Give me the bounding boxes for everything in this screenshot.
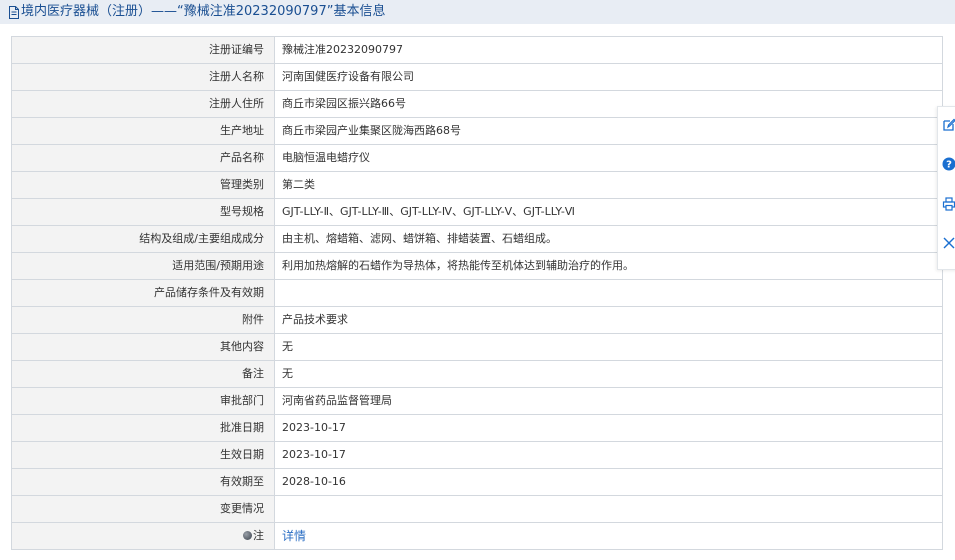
field-value <box>274 495 943 523</box>
table-row: 变更情况 <box>11 495 943 523</box>
table-row: 其他内容无 <box>11 333 943 361</box>
pin-icon <box>243 531 252 540</box>
field-value: GJT-LLY-Ⅱ、GJT-LLY-Ⅲ、GJT-LLY-Ⅳ、GJT-LLY-Ⅴ、… <box>274 198 943 226</box>
note-row: 注 详情 <box>11 522 943 550</box>
page-title: 境内医疗器械（注册）——“豫械注准20232090797”基本信息 <box>21 4 386 19</box>
help-button[interactable]: ? <box>940 156 955 174</box>
field-label: 有效期至 <box>11 468 275 496</box>
document-icon <box>8 5 20 19</box>
table-row: 批准日期 2023-10-17 <box>11 414 943 442</box>
field-label: 管理类别 <box>11 171 275 199</box>
field-label: 批准日期 <box>11 414 275 442</box>
field-label: 变更情况 <box>11 495 275 523</box>
note-label: 注 <box>253 529 264 542</box>
detail-table-body: 注册证编号 豫械注准20232090797 注册人名称 河南国健医疗设备有限公司 注册人… <box>11 36 943 550</box>
table-row: 注册人名称 河南国健医疗设备有限公司 <box>11 63 943 91</box>
close-icon <box>943 237 955 252</box>
field-label: 结构及组成/主要组成成分 <box>11 225 275 253</box>
field-value: 商丘市梁园产业集聚区陇海西路68号 <box>274 117 943 145</box>
field-value: 河南国健医疗设备有限公司 <box>274 63 943 91</box>
details-link[interactable]: 详情 <box>282 529 306 543</box>
field-value: 2028-10-16 <box>274 468 943 496</box>
side-toolbar: ? <box>937 106 955 270</box>
field-value: 第二类 <box>274 171 943 199</box>
field-value <box>274 279 943 307</box>
field-value: 河南省药品监督管理局 <box>274 387 943 415</box>
field-value: 商丘市梁园区振兴路66号 <box>274 90 943 118</box>
field-label: 生效日期 <box>11 441 275 469</box>
note-value-cell: 详情 <box>274 522 943 550</box>
field-value: 由主机、熔蜡箱、滤网、蜡饼箱、排蜡装置、石蜡组成。 <box>274 225 943 253</box>
note-label-cell: 注 <box>11 522 275 550</box>
field-value: 2023-10-17 <box>274 414 943 442</box>
field-label: 注册证编号 <box>11 36 275 64</box>
field-value: 无 <box>274 333 943 361</box>
table-row: 产品储存条件及有效期 <box>11 279 943 307</box>
field-label: 审批部门 <box>11 387 275 415</box>
table-row: 型号规格 GJT-LLY-Ⅱ、GJT-LLY-Ⅲ、GJT-LLY-Ⅳ、GJT-LL… <box>11 198 943 226</box>
field-label: 附件 <box>11 306 275 334</box>
print-button[interactable] <box>940 196 955 214</box>
svg-text:?: ? <box>946 159 952 170</box>
table-row: 有效期至 2028-10-16 <box>11 468 943 496</box>
field-value: 豫械注准20232090797 <box>274 36 943 64</box>
table-row: 附件 产品技术要求 <box>11 306 943 334</box>
field-label: 产品储存条件及有效期 <box>11 279 275 307</box>
page: 境内医疗器械（注册）——“豫械注准20232090797”基本信息 注册证编号豫… <box>0 0 955 560</box>
table-row: 适用范围/预期用途 利用加热熔解的石蜡作为导热体，将热能传至机体达到辅助治疗的作用… <box>11 252 943 280</box>
detail-table: 注册证编号 豫械注准20232090797 注册人名称 河南国健医疗设备有限公司 注册人… <box>11 36 943 550</box>
edit-icon <box>942 118 955 135</box>
table-row: 备注无 <box>11 360 943 388</box>
table-row: 生产地址 商丘市梁园产业集聚区陇海西路68号 <box>11 117 943 145</box>
field-label: 注册人名称 <box>11 63 275 91</box>
table-row: 注册人住所 商丘市梁园区振兴路66号 <box>11 90 943 118</box>
field-value: 无 <box>274 360 943 388</box>
table-row: 结构及组成/主要组成成分 由主机、熔蜡箱、滤网、蜡饼箱、排蜡装置、石蜡组成。 <box>11 225 943 253</box>
field-value: 产品技术要求 <box>274 306 943 334</box>
field-label: 备注 <box>11 360 275 388</box>
edit-button[interactable] <box>940 117 955 135</box>
field-label: 产品名称 <box>11 144 275 172</box>
field-label: 适用范围/预期用途 <box>11 252 275 280</box>
field-label: 注册人住所 <box>11 90 275 118</box>
table-row: 产品名称 电脑恒温电蜡疗仪 <box>11 144 943 172</box>
table-row: 生效日期 2023-10-17 <box>11 441 943 469</box>
table-row: 管理类别 第二类 <box>11 171 943 199</box>
field-label: 其他内容 <box>11 333 275 361</box>
help-icon: ? <box>942 157 955 174</box>
page-header: 境内医疗器械（注册）——“豫械注准20232090797”基本信息 <box>0 0 955 24</box>
field-value: 电脑恒温电蜡疗仪 <box>274 144 943 172</box>
field-value: 利用加热熔解的石蜡作为导热体，将热能传至机体达到辅助治疗的作用。 <box>274 252 943 280</box>
field-value: 2023-10-17 <box>274 441 943 469</box>
field-label: 生产地址 <box>11 117 275 145</box>
field-label: 型号规格 <box>11 198 275 226</box>
close-button[interactable] <box>940 235 955 253</box>
table-row: 注册证编号 豫械注准20232090797 <box>11 36 943 64</box>
table-row: 审批部门 河南省药品监督管理局 <box>11 387 943 415</box>
print-icon <box>942 196 955 214</box>
